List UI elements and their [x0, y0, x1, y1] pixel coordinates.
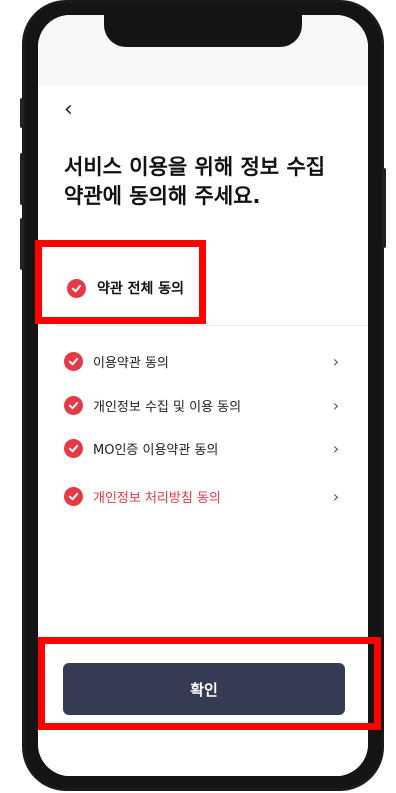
volume-down-button — [20, 218, 24, 270]
chevron-right-icon[interactable]: › — [328, 439, 344, 458]
term-item-mo-auth[interactable]: MO인증 이용약관 동의 › — [64, 433, 344, 463]
phone-notch — [104, 15, 302, 47]
chevron-right-icon[interactable]: › — [328, 352, 344, 371]
chevron-right-icon[interactable]: › — [328, 396, 344, 415]
term-item-privacy-collection[interactable]: 개인정보 수집 및 이용 동의 › — [64, 390, 344, 420]
back-button[interactable]: ‹ — [64, 99, 73, 121]
page-title: 서비스 이용을 위해 정보 수집 약관에 동의해 주세요. — [64, 155, 326, 208]
term-item-privacy-policy[interactable]: 개인정보 처리방침 동의 › — [64, 481, 344, 511]
chevron-right-icon[interactable]: › — [328, 487, 344, 506]
check-circle-icon — [64, 438, 83, 458]
term-item-service[interactable]: 이용약관 동의 › — [64, 346, 344, 376]
highlight-confirm-button — [38, 637, 381, 730]
divider — [58, 325, 368, 326]
check-circle-icon — [64, 351, 83, 371]
term-label: 개인정보 수집 및 이용 동의 — [93, 399, 242, 415]
power-button — [382, 168, 386, 248]
chevron-left-icon: ‹ — [64, 97, 73, 122]
check-circle-icon — [64, 486, 83, 506]
side-button — [20, 98, 24, 128]
check-circle-icon — [64, 395, 83, 415]
term-label: 개인정보 처리방침 동의 — [93, 490, 221, 506]
term-label: MO인증 이용약관 동의 — [93, 442, 219, 458]
volume-up-button — [20, 153, 24, 205]
term-label: 이용약관 동의 — [93, 355, 169, 371]
highlight-agree-all — [35, 240, 206, 324]
